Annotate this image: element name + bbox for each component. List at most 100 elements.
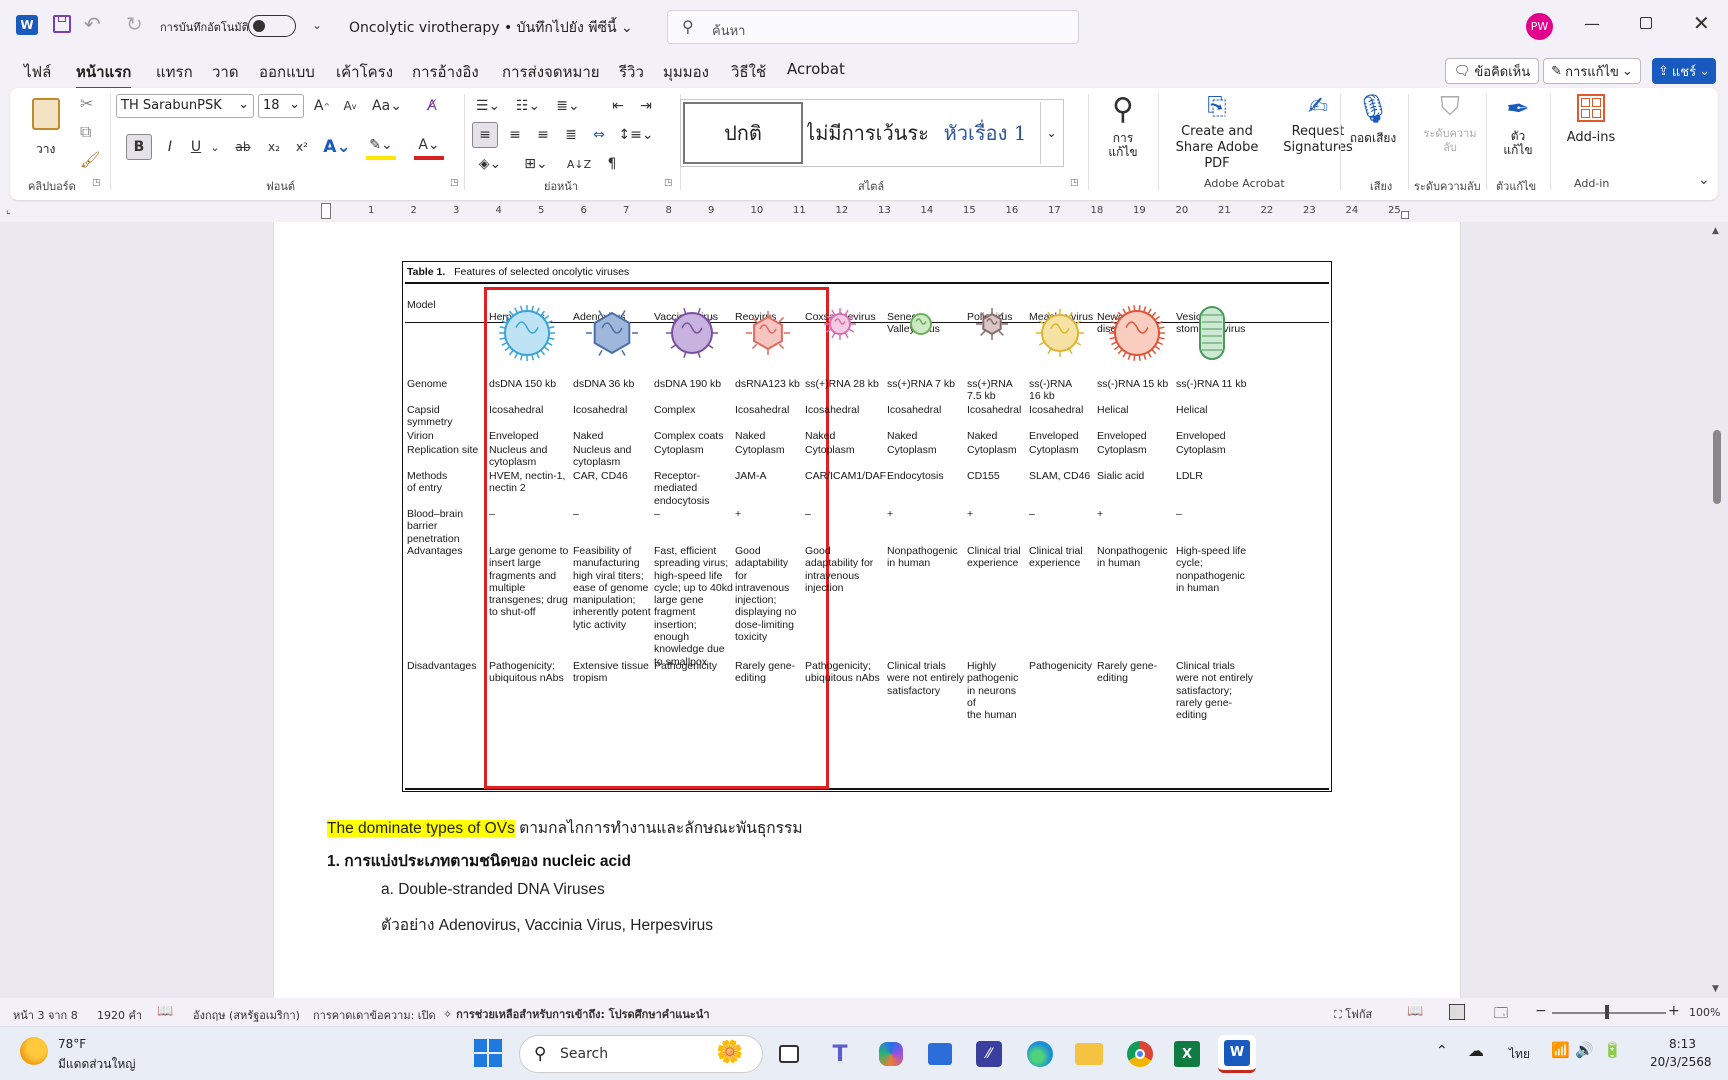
paste-button[interactable]: วาง [28, 94, 68, 170]
create-pdf-button[interactable]: ⎘ Create and Share Adobe PDF [1160, 92, 1274, 171]
task-view-icon[interactable] [770, 1035, 808, 1073]
tab-mailings[interactable]: การส่งจดหมาย [502, 60, 600, 84]
example-line[interactable]: ตัวอย่าง Adenovirus, Vaccinia Virus, Her… [381, 912, 713, 937]
multilevel-list-icon[interactable]: ≣⌄ [550, 94, 586, 118]
italic-button[interactable]: I [158, 134, 182, 160]
tab-acrobat[interactable]: Acrobat [787, 60, 845, 78]
bullets-icon[interactable]: ☰⌄ [470, 94, 506, 118]
tab-design[interactable]: ออกแบบ [259, 60, 315, 84]
input-language[interactable]: ไทย [1509, 1045, 1530, 1064]
customize-qat-icon[interactable]: ⌄ [312, 18, 322, 32]
wifi-icon[interactable]: 📶 [1551, 1041, 1570, 1059]
editor-button[interactable]: ✒ ตัวแก้ไข [1494, 92, 1542, 170]
weather-desc[interactable]: มีแดดส่วนใหญ่ [58, 1055, 136, 1074]
copilot-icon[interactable] [872, 1035, 910, 1073]
addins-button[interactable]: Add-ins [1556, 92, 1626, 170]
style-no-spacing[interactable]: ไม่มีการเว้นระ [807, 102, 927, 164]
shrink-font-icon[interactable]: Av [338, 94, 362, 118]
minimize-button[interactable]: — [1584, 14, 1600, 33]
zoom-out-button[interactable]: − [1535, 1003, 1547, 1019]
page-count[interactable]: หน้า 3 จาก 8 [13, 1006, 78, 1024]
read-mode-icon[interactable]: 📖 [1407, 1004, 1423, 1019]
styles-expand-button[interactable]: ⌄ [1040, 102, 1062, 164]
tab-home[interactable]: หน้าแรก [76, 60, 132, 90]
chevron-down-icon[interactable]: ⌄ [208, 134, 222, 160]
vertical-scrollbar-thumb[interactable] [1713, 430, 1721, 504]
word-count[interactable]: 1920 คำ [97, 1006, 142, 1024]
shading-icon[interactable]: ◈⌄ [472, 152, 508, 176]
web-layout-icon[interactable]: 🗔 [1494, 1004, 1508, 1026]
scroll-down-arrow[interactable]: ▼ [1712, 984, 1719, 994]
change-case-button[interactable]: Aa ⌄ [370, 94, 404, 118]
dialog-launcher-icon[interactable]: ◳ [664, 178, 673, 188]
sensitivity-button[interactable]: ⛉ ระดับความลับ [1418, 92, 1482, 170]
proofing-icon[interactable]: 📖 [157, 1004, 173, 1019]
font-size-dropdown[interactable]: 18 ⌄ [258, 94, 304, 118]
autosave-toggle[interactable] [248, 15, 296, 37]
zoom-slider-thumb[interactable] [1605, 1005, 1609, 1019]
battery-icon[interactable]: 🔋 [1603, 1041, 1622, 1059]
dialog-launcher-icon[interactable]: ◳ [1070, 178, 1079, 188]
share-button[interactable]: ⇪ แชร์ ⌄ [1652, 58, 1716, 84]
paragraph-heading-line[interactable]: The dominate types of OVs ตามกลไกการทำงา… [327, 815, 803, 840]
dialog-launcher-icon[interactable]: ◳ [92, 178, 101, 188]
comments-button[interactable]: 🗨 ข้อคิดเห็น [1445, 58, 1539, 84]
volume-icon[interactable]: 🔊 [1575, 1041, 1594, 1059]
chevron-up-icon[interactable]: ⌃ [1436, 1043, 1448, 1059]
scroll-up-arrow[interactable]: ▲ [1712, 226, 1719, 236]
horizontal-ruler[interactable]: ⌞ 1 2 3 4 5 6 7 8 9 10 11 12 13 14 15 16 17 18 19 20 21 22 23 2… [0, 203, 1728, 221]
font-color-icon[interactable]: A⌄ [414, 134, 444, 160]
subscript-button[interactable]: x₂ [262, 134, 286, 160]
tab-help[interactable]: วิธีใช้ [731, 60, 766, 84]
borders-icon[interactable]: ⊞⌄ [518, 152, 554, 176]
teams-icon[interactable]: T [821, 1035, 859, 1073]
cut-icon[interactable]: ✂ [80, 94, 93, 113]
app-icon[interactable]: ⁄⁄ [970, 1035, 1008, 1073]
store-icon[interactable] [921, 1035, 959, 1073]
copy-icon[interactable]: ⧉ [80, 122, 91, 142]
sort-icon[interactable]: A↓Z [566, 152, 592, 176]
start-button[interactable] [474, 1039, 502, 1067]
document-title[interactable]: Oncolytic virotherapy • บันทึกไปยัง พีซี… [349, 17, 633, 39]
clock-date[interactable]: 20/3/2568 [1650, 1055, 1712, 1069]
superscript-button[interactable]: x² [290, 134, 314, 160]
redo-icon[interactable]: ↻ [126, 12, 143, 36]
close-button[interactable]: ✕ [1693, 11, 1710, 35]
underline-button[interactable]: U [184, 134, 208, 160]
dictate-button[interactable]: 🎙 ถอดเสียง [1348, 92, 1398, 170]
tab-layout[interactable]: เค้าโครง [336, 60, 393, 84]
text-prediction-status[interactable]: การคาดเดาข้อความ: เปิด [313, 1006, 436, 1024]
align-center-icon[interactable]: ≡ [502, 122, 528, 148]
weather-icon[interactable] [20, 1037, 48, 1065]
focus-button[interactable]: ⛶ โฟกัส [1334, 1005, 1372, 1023]
excel-icon[interactable]: X [1168, 1035, 1206, 1073]
document-page[interactable]: Table 1. Features of selected oncolytic … [273, 222, 1461, 998]
request-signatures-button[interactable]: ✍ Request Signatures [1278, 92, 1358, 170]
zoom-level[interactable]: 100% [1689, 1006, 1720, 1019]
format-painter-icon[interactable]: 🖌 [80, 150, 100, 169]
align-left-icon[interactable]: ≡ [472, 122, 498, 148]
increase-indent-icon[interactable]: ⇥ [634, 94, 658, 118]
collapse-ribbon-icon[interactable]: ⌄ [1698, 172, 1710, 188]
find-button[interactable]: ⚲ การแก้ไข [1096, 92, 1150, 170]
style-heading1[interactable]: หัวเรื่อง 1 [931, 102, 1039, 164]
undo-icon[interactable]: ↶ [84, 12, 101, 36]
sub-item[interactable]: a. Double-stranded DNA Viruses [381, 881, 605, 899]
text-effects-icon[interactable]: A⌄ [322, 134, 352, 160]
dialog-launcher-icon[interactable]: ◳ [450, 178, 459, 188]
language-status[interactable]: อังกฤษ (สหรัฐอเมริกา) [193, 1006, 300, 1024]
font-name-dropdown[interactable]: TH SarabunPSK ⌄ [116, 94, 254, 118]
tab-review[interactable]: รีวิว [619, 60, 644, 84]
onedrive-icon[interactable]: ☁ [1468, 1041, 1484, 1060]
numbering-icon[interactable]: ☷⌄ [510, 94, 546, 118]
style-normal[interactable]: ปกติ [683, 102, 803, 164]
tab-draw[interactable]: วาด [212, 60, 239, 84]
file-explorer-icon[interactable] [1070, 1035, 1108, 1073]
tab-view[interactable]: มุมมอง [663, 60, 709, 84]
right-indent-marker[interactable] [1401, 211, 1409, 219]
numbered-heading[interactable]: 1. การแบ่งประเภทตามชนิดของ nucleic acid [327, 848, 631, 873]
accessibility-status[interactable]: ✧ การช่วยเหลือสำหรับการเข้าถึง: โปรดศึกษ… [443, 1005, 710, 1023]
bold-button[interactable]: B [126, 134, 152, 160]
tab-file[interactable]: ไฟล์ [24, 60, 51, 84]
justify-icon[interactable]: ≣ [558, 122, 584, 148]
